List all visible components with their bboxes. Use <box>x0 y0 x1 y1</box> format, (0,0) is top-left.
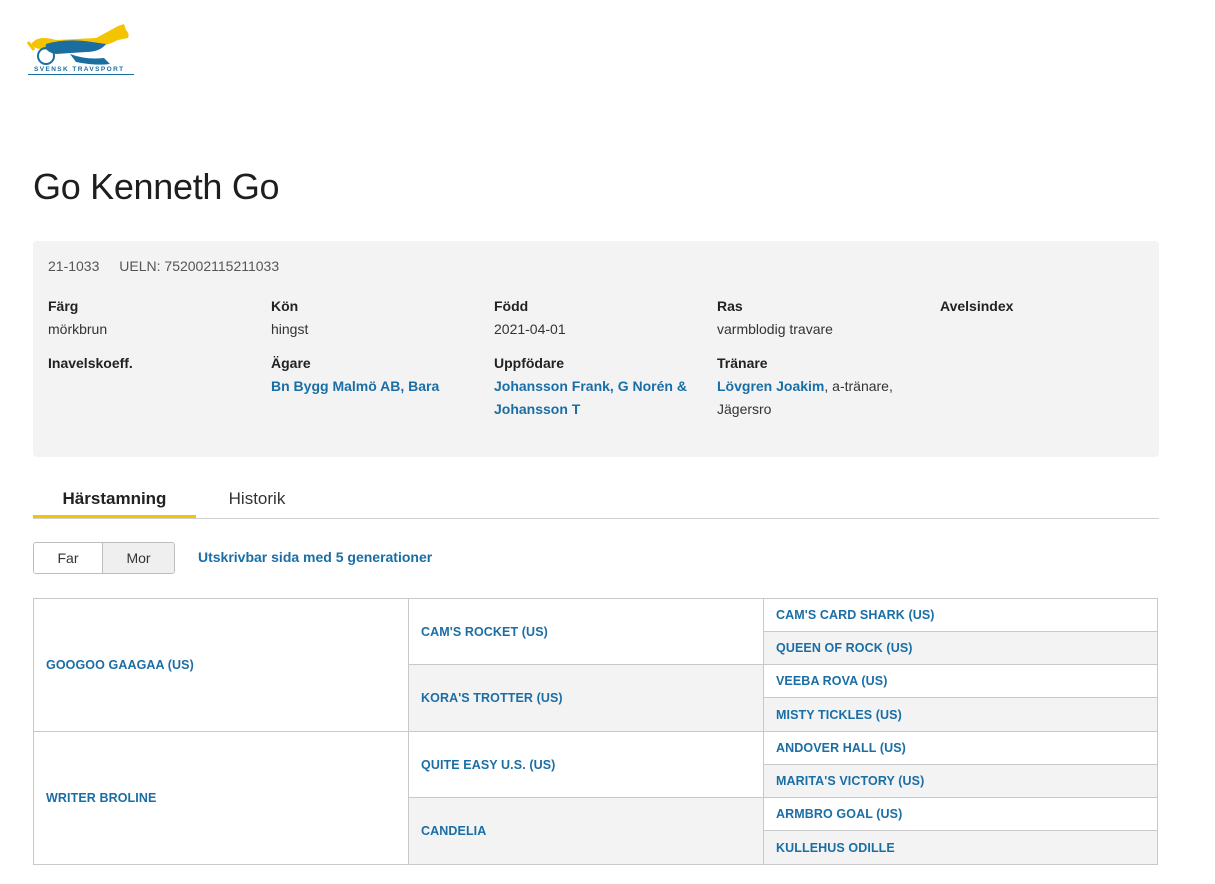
field-label: Kön <box>271 298 299 314</box>
pedigree-gen3-4[interactable]: MISTY TICKLES (US) <box>763 697 1158 732</box>
toggle-far-button[interactable]: Far <box>34 543 103 573</box>
pedigree-gen3-5[interactable]: ANDOVER HALL (US) <box>763 731 1158 765</box>
field-avelsindex: Avelsindex <box>940 298 1160 318</box>
field-label: Ras <box>717 298 743 314</box>
ueln-number: UELN: 752002115211033 <box>119 258 280 274</box>
logo-divider <box>28 74 134 75</box>
pedigree-gen3-6[interactable]: MARITA'S VICTORY (US) <box>763 764 1158 798</box>
breeder-link-2[interactable]: Johansson T <box>494 401 580 417</box>
pedigree-gen3-1[interactable]: CAM'S CARD SHARK (US) <box>763 598 1158 632</box>
parent-toggle: Far Mor <box>33 542 175 574</box>
pedigree-gen2-4[interactable]: CANDELIA <box>408 797 764 865</box>
field-label: Född <box>494 298 529 314</box>
field-tranare: Tränare Lövgren Joakim, a-tränare, Jäger… <box>717 355 937 421</box>
pedigree-dam[interactable]: WRITER BROLINE <box>33 731 409 865</box>
field-value: varmblodig travare <box>717 321 833 337</box>
trainer-link[interactable]: Lövgren Joakim <box>717 378 824 394</box>
field-label: Inavelskoeff. <box>48 355 133 371</box>
field-label: Färg <box>48 298 79 314</box>
print-five-generations-link[interactable]: Utskrivbar sida med 5 generationer <box>198 549 432 565</box>
field-value: hingst <box>271 321 309 337</box>
field-ras: Ras varmblodig travare <box>717 298 937 341</box>
toggle-mor-button[interactable]: Mor <box>103 543 174 573</box>
tab-historik[interactable]: Historik <box>205 485 309 518</box>
logo-text: SVENSK TRAVSPORT <box>34 66 125 73</box>
pedigree-gen3-8[interactable]: KULLEHUS ODILLE <box>763 830 1158 865</box>
horse-ids: 21-1033 UELN: 752002115211033 <box>48 258 295 274</box>
pedigree-gen2-1[interactable]: CAM'S ROCKET (US) <box>408 598 764 665</box>
field-inavel: Inavelskoeff. <box>48 355 268 375</box>
field-farg: Färg mörkbrun <box>48 298 268 341</box>
field-kon: Kön hingst <box>271 298 491 341</box>
field-value: 2021-04-01 <box>494 321 566 337</box>
tab-bar: Härstamning Historik <box>33 485 1159 519</box>
owner-link[interactable]: Bn Bygg Malmö AB, Bara <box>271 378 439 394</box>
field-label: Avelsindex <box>940 298 1014 314</box>
reg-number: 21-1033 <box>48 258 100 274</box>
pedigree-gen3-3[interactable]: VEEBA ROVA (US) <box>763 664 1158 698</box>
page-title: Go Kenneth Go <box>33 166 280 207</box>
pedigree-gen2-3[interactable]: QUITE EASY U.S. (US) <box>408 731 764 798</box>
pedigree-gen2-2[interactable]: KORA'S TROTTER (US) <box>408 664 764 732</box>
breeder-link[interactable]: Johansson Frank, G Norén & <box>494 378 687 394</box>
trainer-location: Jägersro <box>717 401 772 417</box>
field-label: Tränare <box>717 355 768 371</box>
field-fodd: Född 2021-04-01 <box>494 298 714 341</box>
field-agare: Ägare Bn Bygg Malmö AB, Bara <box>271 355 491 398</box>
pedigree-table: GOOGOO GAAGAA (US) WRITER BROLINE CAM'S … <box>33 598 1158 865</box>
horse-info-panel: 21-1033 UELN: 752002115211033 Färg mörkb… <box>33 241 1159 457</box>
pedigree-gen3-7[interactable]: ARMBRO GOAL (US) <box>763 797 1158 831</box>
field-uppfodare: Uppfödare Johansson Frank, G Norén & Joh… <box>494 355 714 421</box>
trainer-suffix: , a-tränare, <box>824 378 893 394</box>
field-value: mörkbrun <box>48 321 108 337</box>
field-label: Ägare <box>271 355 311 371</box>
pedigree-gen3-2[interactable]: QUEEN OF ROCK (US) <box>763 631 1158 665</box>
pedigree-sire[interactable]: GOOGOO GAAGAA (US) <box>33 598 409 732</box>
tab-harstamning[interactable]: Härstamning <box>33 485 196 518</box>
field-label: Uppfödare <box>494 355 564 371</box>
